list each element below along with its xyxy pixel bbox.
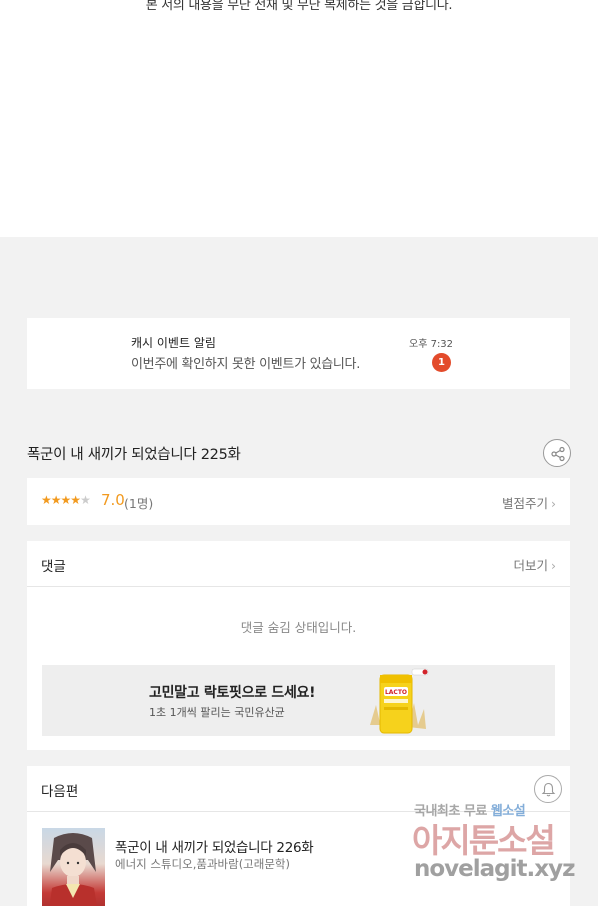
- star-icon: ★: [60, 493, 72, 507]
- comments-header: 댓글 더보기 ›: [27, 541, 570, 587]
- share-button[interactable]: [543, 439, 571, 467]
- rating-bar: ★★★★★ 7.0 (1명) 별점주기 ›: [27, 478, 570, 525]
- chevron-right-icon: ›: [551, 558, 556, 573]
- rate-label: 별점주기: [501, 496, 548, 511]
- ad-product-image: LACTO: [370, 668, 429, 734]
- next-episode-section: 다음편 폭군이 내 새끼가 되었습니다 226화 에너지 스튜디오,품과바람(고…: [27, 766, 570, 906]
- comments-title: 댓글: [41, 559, 66, 575]
- episode-title: 폭군이 내 새끼가 되었습니다 225화: [27, 447, 241, 463]
- bell-icon: [541, 782, 556, 797]
- notification-body: 이번주에 확인하지 못한 이벤트가 있습니다.: [131, 357, 361, 372]
- copyright-notice: 본 서의 내용을 무단 전재 및 무단 복제하는 것을 금합니다.: [145, 0, 453, 13]
- notify-button[interactable]: [534, 775, 562, 803]
- event-notification[interactable]: 캐시 이벤트 알림 이번주에 확인하지 못한 이벤트가 있습니다. 오후 7:3…: [27, 318, 570, 389]
- next-episode-header: 다음편: [27, 766, 570, 812]
- character-illustration: [49, 833, 97, 906]
- ad-product-label: LACTO: [385, 689, 407, 696]
- notification-time: 오후 7:32: [409, 339, 454, 350]
- rating-score: 7.0: [101, 491, 125, 509]
- content-end-area: 본 서의 내용을 무단 전재 및 무단 복제하는 것을 금합니다.: [0, 0, 598, 237]
- notification-title: 캐시 이벤트 알림: [131, 336, 216, 350]
- star-icon: ★: [50, 493, 62, 507]
- rate-button[interactable]: 별점주기 ›: [502, 493, 556, 512]
- star-icon: ★: [41, 493, 52, 507]
- next-section-title: 다음편: [41, 784, 79, 800]
- star-half-icon: ★: [70, 493, 81, 507]
- comments-more-button[interactable]: 더보기 ›: [513, 555, 556, 574]
- share-icon: [551, 446, 565, 462]
- next-episode-thumbnail[interactable]: [42, 828, 105, 906]
- star-empty-icon: ★: [80, 493, 91, 507]
- notification-badge: 1: [432, 353, 451, 372]
- more-label: 더보기: [513, 558, 548, 573]
- ad-title: 고민말고 락토핏으로 드세요!: [149, 685, 316, 701]
- next-episode-title[interactable]: 폭군이 내 새끼가 되었습니다 226화: [115, 836, 314, 856]
- rating-count: (1명): [124, 496, 154, 511]
- ad-subtitle: 1초 1개씩 팔리는 국민유산균: [149, 706, 285, 719]
- ad-banner[interactable]: 고민말고 락토핏으로 드세요! 1초 1개씩 팔리는 국민유산균 LACTO: [42, 665, 555, 736]
- next-episode-author: 에너지 스튜디오,품과바람(고래문학): [115, 857, 290, 871]
- star-rating: ★★★★★: [41, 493, 91, 507]
- comments-hidden-message: 댓글 숨김 상태입니다.: [240, 620, 357, 635]
- comments-section: 댓글 더보기 › 댓글 숨김 상태입니다. 고민말고 락토핏으로 드세요! 1초 …: [27, 541, 570, 750]
- chevron-right-icon: ›: [551, 496, 556, 511]
